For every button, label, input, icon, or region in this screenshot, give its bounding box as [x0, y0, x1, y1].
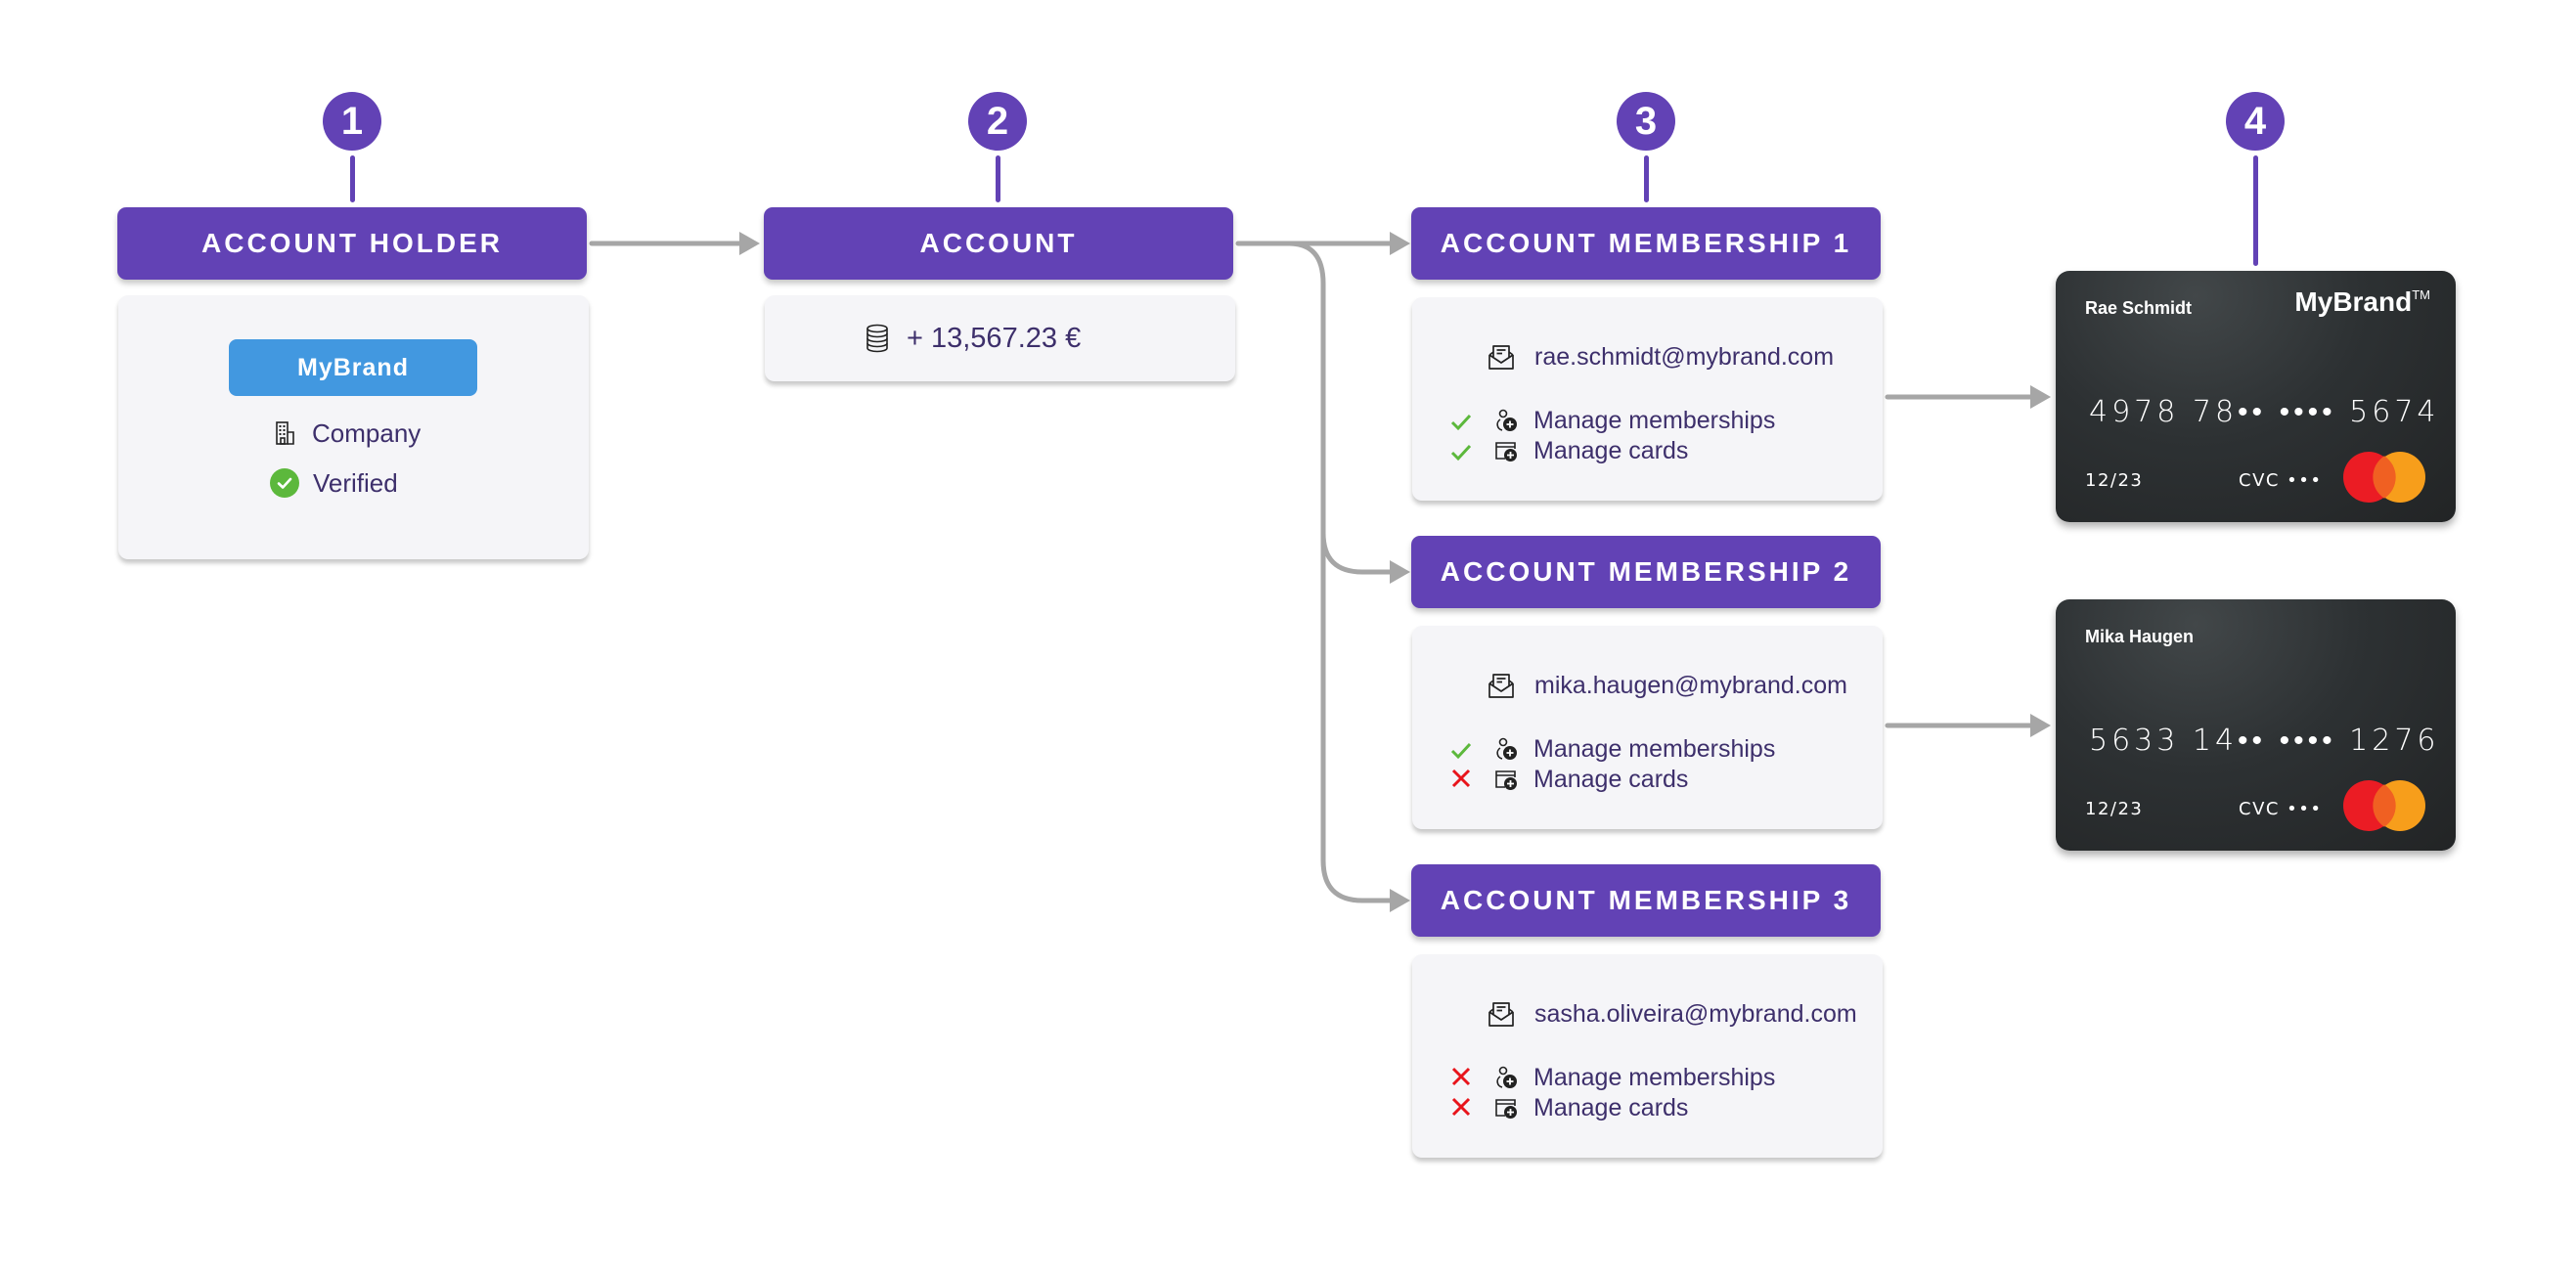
card-add-icon	[1495, 442, 1517, 462]
permission-label: Manage cards	[1533, 766, 1689, 793]
step-line-4	[2253, 155, 2258, 266]
step-line-1	[350, 155, 355, 202]
permission-label: Manage cards	[1533, 1094, 1689, 1121]
membership-title: ACCOUNT MEMBERSHIP 2	[1440, 556, 1852, 587]
holder-status-row: Verified	[270, 466, 398, 500]
membership-email[interactable]: mika.haugen@mybrand.com	[1534, 672, 1847, 700]
user-add-icon	[1496, 737, 1517, 760]
coins-stack-icon	[866, 324, 888, 353]
membership-header-2: ACCOUNT MEMBERSHIP 2	[1411, 536, 1881, 608]
card-add-icon	[1495, 770, 1517, 790]
connector-account-to-membership-2	[1286, 241, 1395, 575]
email-row: mika.haugen@mybrand.com	[1488, 669, 1847, 702]
account-title: ACCOUNT	[919, 228, 1078, 258]
account-holder-header: ACCOUNT HOLDER	[117, 207, 587, 280]
user-add-icon	[1496, 1066, 1517, 1088]
card-cvc: CVC •••	[2239, 799, 2323, 819]
permission-label: Manage memberships	[1533, 1064, 1776, 1091]
holder-type: Company	[312, 418, 422, 448]
card-brand-name: MyBrand	[2294, 286, 2413, 317]
account-header: ACCOUNT	[764, 207, 1233, 280]
card-expiry: 12/23	[2085, 799, 2144, 819]
membership-card-2: mika.haugen@mybrand.com Manage membershi…	[1412, 626, 1883, 829]
arrowhead-icon	[1390, 560, 1410, 584]
email-row: rae.schmidt@mybrand.com	[1488, 340, 1834, 374]
payment-card-1[interactable]: Rae Schmidt MyBrandTM 4978 78•• •••• 5674 …	[2056, 271, 2456, 522]
envelope-open-icon	[1488, 673, 1514, 698]
membership-title: ACCOUNT MEMBERSHIP 3	[1440, 885, 1852, 915]
cross-icon	[1451, 1097, 1471, 1117]
step-number: 3	[1634, 99, 1658, 143]
envelope-open-icon	[1488, 344, 1514, 370]
permission-label: Manage cards	[1533, 437, 1689, 464]
card-holder-name: Mika Haugen	[2085, 627, 2195, 646]
permission-label: Manage memberships	[1533, 735, 1776, 763]
check-icon	[1450, 742, 1472, 760]
permission-label: Manage memberships	[1533, 407, 1776, 434]
account-holder-title: ACCOUNT HOLDER	[201, 228, 503, 258]
step-marker-3: 3	[1617, 92, 1675, 151]
step-line-2	[996, 155, 1000, 202]
card-number: 4978 78•• •••• 5674	[2089, 395, 2440, 429]
membership-card-3: sasha.oliveira@mybrand.com Manage member…	[1412, 954, 1883, 1158]
account-balance: + 13,567.23 €	[907, 322, 1082, 354]
card-brand: MyBrandTM	[2294, 286, 2430, 318]
brand-label: MyBrand	[297, 353, 409, 381]
membership-email[interactable]: rae.schmidt@mybrand.com	[1534, 343, 1834, 372]
connector-account-to-membership-3	[1320, 525, 1395, 903]
check-icon	[1450, 414, 1472, 431]
card-cvc: CVC •••	[2239, 470, 2323, 491]
holder-status: Verified	[313, 467, 398, 498]
card-number: 5633 14•• •••• 1276	[2089, 724, 2440, 758]
arrowhead-icon	[1390, 889, 1410, 912]
card-add-icon	[1495, 1099, 1517, 1119]
mastercard-logo-icon	[2343, 452, 2425, 503]
arrowhead-icon	[2030, 714, 2051, 737]
arrowhead-icon	[1390, 232, 1410, 255]
email-row: sasha.oliveira@mybrand.com	[1488, 997, 1857, 1031]
holder-type-row: Company	[275, 417, 421, 450]
membership-title: ACCOUNT MEMBERSHIP 1	[1440, 228, 1852, 258]
card-holder-name: Rae Schmidt	[2085, 298, 2193, 318]
user-add-icon	[1496, 409, 1517, 431]
account-holder-card: MyBrand Company Verified	[118, 295, 589, 559]
membership-card-1: rae.schmidt@mybrand.com Manage membershi…	[1412, 297, 1883, 501]
payment-card-2[interactable]: Mika Haugen 5633 14•• •••• 1276 12/23 CVC…	[2056, 599, 2456, 851]
membership-header-1: ACCOUNT MEMBERSHIP 1	[1411, 207, 1881, 280]
trademark: TM	[2412, 287, 2430, 302]
card-expiry: 12/23	[2085, 470, 2144, 491]
step-number: 1	[340, 99, 364, 143]
step-number: 2	[986, 99, 1009, 143]
verified-check-icon	[270, 468, 299, 498]
step-marker-1: 1	[323, 92, 381, 151]
membership-email[interactable]: sasha.oliveira@mybrand.com	[1534, 1000, 1857, 1029]
membership-header-3: ACCOUNT MEMBERSHIP 3	[1411, 864, 1881, 937]
balance-row: + 13,567.23 €	[866, 320, 1081, 357]
cross-icon	[1451, 769, 1471, 788]
check-icon	[1450, 444, 1472, 462]
step-number: 4	[2243, 99, 2267, 143]
brand-badge[interactable]: MyBrand	[229, 339, 477, 396]
arrowhead-icon	[2030, 385, 2051, 409]
cross-icon	[1451, 1067, 1471, 1086]
envelope-open-icon	[1488, 1001, 1514, 1027]
step-marker-4: 4	[2226, 92, 2285, 151]
arrowhead-icon	[739, 232, 760, 255]
account-card: + 13,567.23 €	[765, 295, 1235, 381]
building-icon	[276, 421, 294, 445]
step-line-3	[1644, 155, 1649, 202]
step-marker-2: 2	[968, 92, 1027, 151]
mastercard-logo-icon	[2343, 780, 2425, 831]
